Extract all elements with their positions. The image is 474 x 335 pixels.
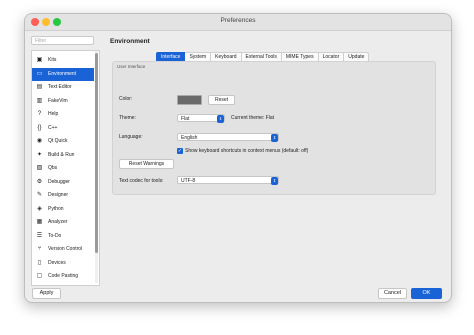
shortcuts-checkbox[interactable]: ✓ [177,148,183,154]
sidebar-item-label: Qbs [48,165,58,171]
codec-select[interactable]: UTF-8 ⇕ [177,176,279,185]
sidebar-item-label: Kits [48,57,57,63]
sidebar-item-c[interactable]: {} C++ [32,122,94,135]
fakevim-icon: ▥ [36,97,43,104]
sidebar-item-label: To-Do [48,232,62,239]
preferences-window: Preferences Filter ▣ Kits ▭ Environment ▤ Tex… [24,13,452,303]
title-bar: Preferences [25,14,451,31]
sidebar-item-help[interactable]: ? Help [32,108,94,121]
chevron-updown-icon: ⇕ [271,177,278,185]
sidebar-item-label: Analyzer [48,219,68,225]
sidebar-item-build-run[interactable]: ✦ Build & Run [32,149,94,162]
python-icon: ◈ [37,205,42,212]
theme-label: Theme: [119,115,136,121]
cancel-button[interactable]: Cancel [378,288,407,299]
codec-label: Text codec for tools: [119,178,164,184]
sidebar-item-label: Designer [48,192,69,198]
current-theme-text: Current theme: Flat [231,115,275,121]
sidebar-item-label: Code Pasting [48,273,79,279]
shortcuts-checkbox-label: Show keyboard shortcuts in context menus… [185,148,309,154]
language-label: Language: [119,134,143,140]
version-control-icon: ⑂ [37,246,42,252]
ok-button[interactable]: OK [411,288,442,299]
chevron-updown-icon: ⇕ [271,134,278,142]
sidebar-item-kits[interactable]: ▣ Kits [32,54,94,67]
sidebar: ▣ Kits ▭ Environment ▤ Text Editor ▥ FakeVim? He… [31,50,100,286]
reset-warnings-button[interactable]: Reset Warnings [119,159,174,169]
designer-icon: ✎ [36,192,43,198]
group-title: User Interface [117,64,146,69]
tab-bar: Interface System Keyboard External Tools MIM… [156,52,370,63]
sidebar-item-version-control[interactable]: ⑂ Version Control [32,243,94,256]
apply-button[interactable]: Apply [32,288,61,299]
codec-select-value: UTF-8 [181,178,196,184]
sidebar-item-environment[interactable]: ▭ Environment [32,67,94,81]
sidebar-item-label: Version Control [48,246,83,252]
sidebar-item-label: Help [48,111,59,117]
environment-icon: ▭ [36,70,43,77]
sidebar-item-label: Text Editor [48,84,72,90]
todo-icon: ☰ [36,232,43,239]
color-swatch[interactable] [177,95,202,105]
page-title: Environment [110,38,150,45]
language-select[interactable]: English ⇕ [177,133,279,142]
filter-input[interactable]: Filter [31,36,94,45]
analyzer-icon: ▦ [36,219,43,225]
sidebar-scrollbar-thumb[interactable] [95,53,98,253]
sidebar-item-label: Build & Run [48,151,75,158]
debugger-icon: ⚙ [36,178,43,185]
sidebar-item-label: C++ [48,124,58,131]
sidebar-item-text-editor[interactable]: ▤ Text Editor [32,81,94,94]
cpp-icon: {} [37,124,42,131]
sidebar-item-label: Python [48,205,64,212]
text-editor-icon: ▤ [36,84,43,90]
sidebar-item-label: Devices [48,259,66,266]
sidebar-item-debugger[interactable]: ⚙ Debugger [32,176,94,189]
reset-color-button[interactable]: Reset [208,95,235,105]
color-label: Color: [119,96,133,102]
sidebar-item-devices[interactable]: ▯ Devices [32,257,94,270]
sidebar-item-label: Debugger [48,178,70,185]
sidebar-item-label: Qt Quick [48,138,68,144]
sidebar-item-qt-quick[interactable]: ◉ Qt Quick [32,135,94,148]
qt-quick-icon: ◉ [36,138,43,144]
sidebar-item-code-pasting[interactable]: ▢ Code Pasting [32,270,94,283]
user-interface-group: User Interface Color: Reset Theme: Flat … [112,61,436,195]
devices-icon: ▯ [37,259,42,266]
code-pasting-icon: ▢ [36,273,43,279]
qbs-icon: ▨ [36,165,43,171]
sidebar-item-fakevim[interactable]: ▥ FakeVim [32,95,94,108]
sidebar-item-to-do[interactable]: ☰ To-Do [32,230,94,243]
build-run-icon: ✦ [36,151,43,158]
language-select-value: English [181,135,198,141]
sidebar-item-python[interactable]: ◈ Python [32,203,94,216]
theme-select-value: Flat [181,116,190,122]
help-icon: ? [37,111,42,117]
window-title: Preferences [220,17,256,24]
sidebar-item-label: Environment [48,70,77,77]
sidebar-item-designer[interactable]: ✎ Designer [32,189,94,202]
chevron-updown-icon: ⇕ [217,115,224,123]
sidebar-item-analyzer[interactable]: ▦ Analyzer [32,216,94,229]
sidebar-item-label: FakeVim [48,97,68,104]
theme-select[interactable]: Flat ⇕ [177,114,225,123]
sidebar-item-qbs[interactable]: ▨ Qbs [32,162,94,175]
kits-icon: ▣ [36,57,43,63]
